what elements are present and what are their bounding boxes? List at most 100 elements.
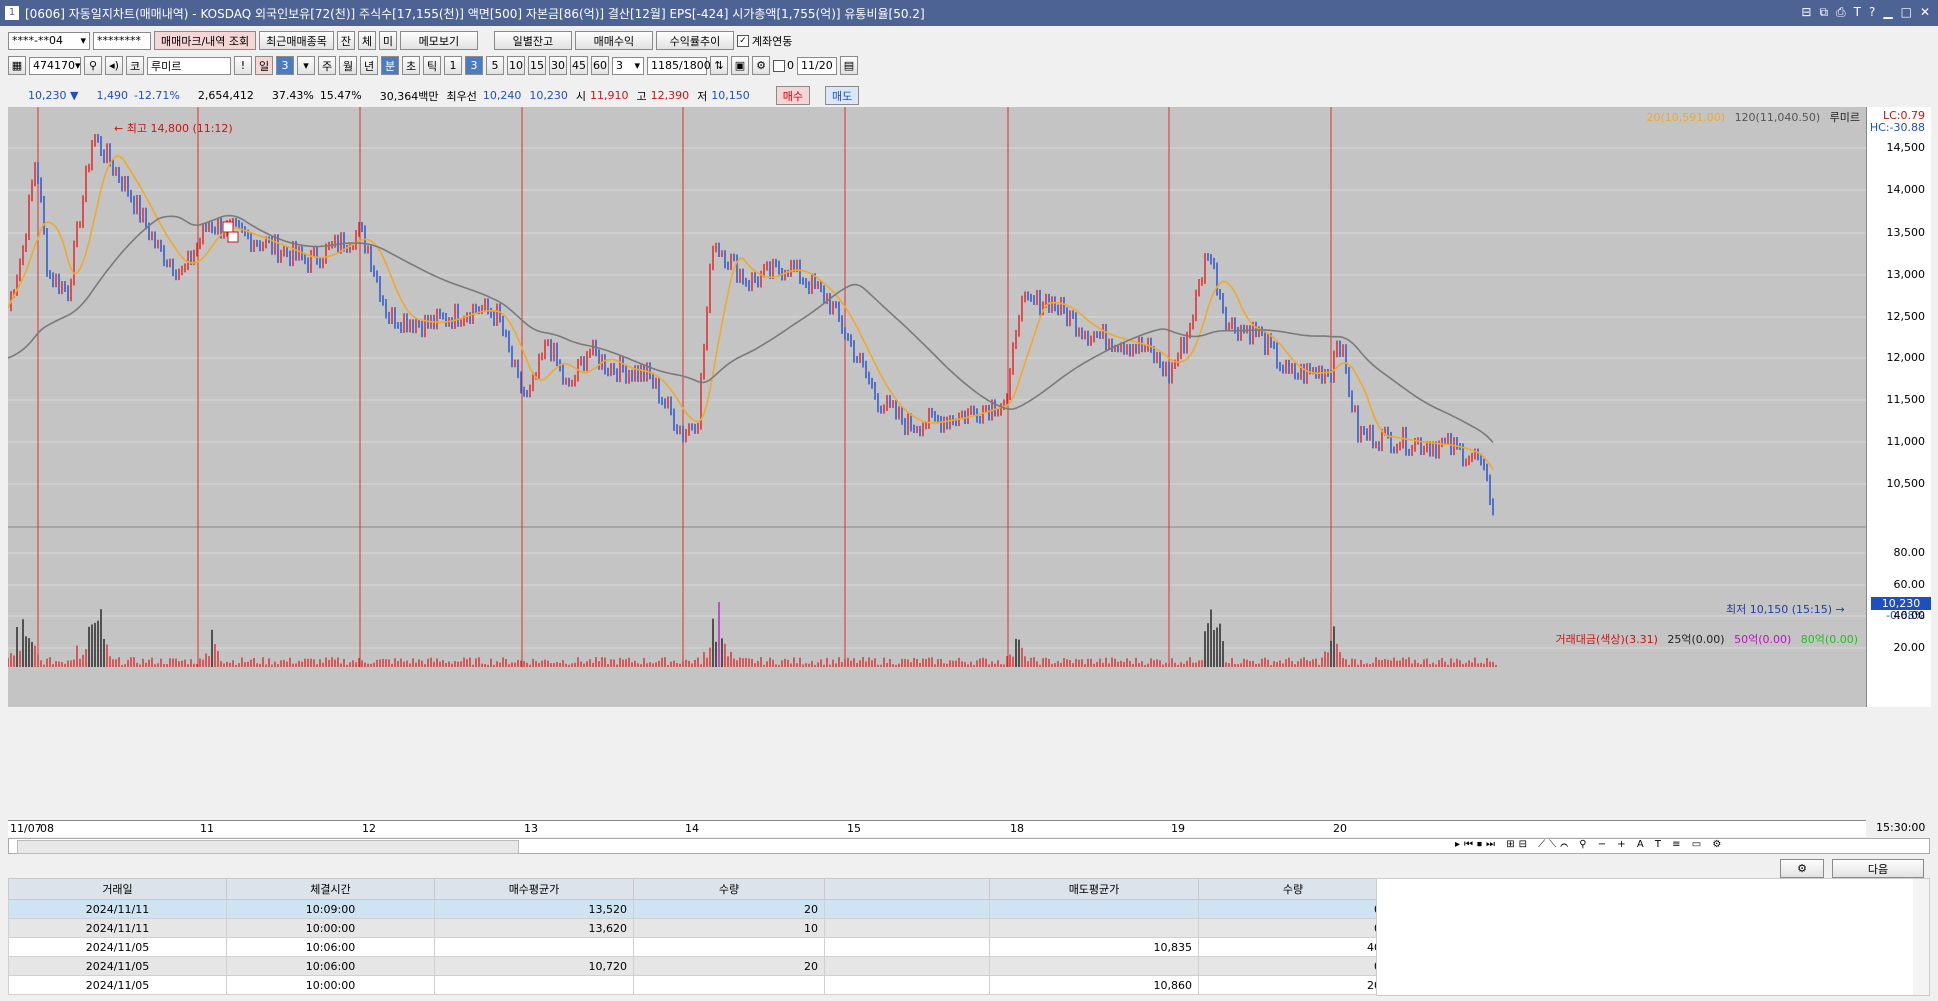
alert-icon[interactable]: ! — [234, 56, 252, 75]
volume-80-legend: 80억(0.00) — [1800, 633, 1858, 646]
stock-code-input[interactable]: 474170 ▾ — [29, 56, 81, 75]
col-sell-qty[interactable]: 수량 — [1198, 878, 1388, 900]
volume-legend-label: 거래대금(색상)(3.31) — [1555, 633, 1658, 646]
table-row[interactable]: 2024/11/1110:00:0013,62010 0 — [8, 918, 1388, 938]
chart-settings-icon[interactable]: ▦ — [8, 56, 26, 75]
table-cell: 2024/11/11 — [8, 918, 227, 938]
account-select[interactable]: ****-**04 ▾ — [8, 31, 90, 50]
price-scale[interactable]: LC:0.79 HC:-30.88 10,230 -0.68% 14,500 14… — [1866, 107, 1931, 707]
save-icon[interactable]: ▣ — [731, 56, 749, 75]
sell-button[interactable]: 매도 — [825, 86, 860, 105]
col-buy-avg[interactable]: 매수평균가 — [434, 878, 634, 900]
calendar-icon[interactable]: ▤ — [840, 56, 858, 75]
chart-area[interactable]: 20(10,591.00) 120(11,040.50) 루미르 ← 최고 14… — [8, 107, 1866, 707]
table-cell — [434, 975, 634, 995]
restore-icon[interactable]: ⧉ — [1819, 5, 1828, 20]
table-row[interactable]: 2024/11/05 10:06:00 10,835 40 — [8, 937, 1388, 957]
period-week-button[interactable]: 주 — [318, 56, 336, 75]
sound-icon[interactable]: ◂) — [105, 56, 123, 75]
period-day-button[interactable]: 일 — [255, 56, 273, 75]
interval-30-button[interactable]: 30 — [549, 56, 567, 75]
interval-1-button[interactable]: 1 — [444, 56, 462, 75]
gear-icon: ⚙ — [1797, 862, 1807, 875]
balance-button[interactable]: 잔 — [336, 31, 355, 50]
period-tick-button[interactable]: 틱 — [423, 56, 441, 75]
interval-3-button[interactable]: 3 — [465, 56, 483, 75]
interval-45-button[interactable]: 45 — [570, 56, 588, 75]
date-tick-label: 11 — [200, 822, 214, 835]
search-icon[interactable]: ⚲ — [84, 56, 102, 75]
interval-10-button[interactable]: 10 — [507, 56, 525, 75]
col-exec-time[interactable]: 체결시간 — [226, 878, 435, 900]
close-icon[interactable]: ✕ — [1920, 5, 1930, 20]
market-button[interactable]: 코 — [126, 56, 144, 75]
table-scrollbar[interactable] — [1913, 879, 1929, 995]
maximize-icon[interactable]: □ — [1901, 5, 1912, 20]
print-icon[interactable]: ⎙ — [1836, 5, 1846, 20]
recent-trades-button[interactable]: 최근매매종목 — [259, 31, 334, 50]
profit-trend-button[interactable]: 수익률추이 — [655, 31, 734, 50]
interval-5-button[interactable]: 5 — [486, 56, 504, 75]
period-count-button[interactable]: 3 — [276, 56, 294, 75]
chart-scrollbar[interactable]: ▸⏮⏹⏭ ⊞⊟ ⟋⟍⌒ ⚲ − + A T ≡ ▭ ⚙ — [8, 838, 1930, 854]
zero-checkbox[interactable]: 0 — [773, 59, 794, 72]
panel-settings-button[interactable]: ⚙ — [1780, 859, 1824, 878]
interval-60-button[interactable]: 60 — [591, 56, 609, 75]
scale-icon[interactable]: ⇅ — [710, 56, 728, 75]
memo-button[interactable]: 메모보기 — [399, 31, 478, 50]
daily-balance-button[interactable]: 일별잔고 — [493, 31, 572, 50]
date-tick-label: 11/07 — [10, 822, 42, 835]
table-cell — [824, 937, 990, 957]
password-field[interactable]: ******** — [93, 31, 151, 50]
table-row[interactable]: 2024/11/1110:09:0013,52020 0 — [8, 899, 1388, 919]
scrollbar-thumb[interactable] — [17, 840, 519, 854]
unexecuted-button[interactable]: 미 — [378, 31, 397, 50]
trade-profit-button[interactable]: 매매수익 — [574, 31, 653, 50]
gear-icon[interactable]: ⚙ — [752, 56, 770, 75]
col-sell-avg[interactable]: 매도평균가 — [989, 878, 1199, 900]
data-count-field[interactable]: 1185/1800 — [647, 56, 711, 75]
price-tick-label: 12,500 — [1886, 310, 1926, 323]
date-tick-label: 19 — [1171, 822, 1185, 835]
col-trade-date[interactable]: 거래일 — [8, 878, 227, 900]
table-row[interactable]: 2024/11/0510:06:0010,72020 0 — [8, 956, 1388, 976]
layout-icon[interactable]: ⊟ — [1801, 5, 1811, 20]
period-minute-button[interactable]: 분 — [381, 56, 399, 75]
help-icon[interactable]: ? — [1869, 5, 1875, 20]
table-cell — [824, 899, 990, 919]
window-controls: ⊟ ⧉ ⎙ T ? ▁ □ ✕ — [1801, 5, 1930, 20]
next-button[interactable]: 다음 — [1832, 859, 1924, 878]
interval-15-button[interactable]: 15 — [528, 56, 546, 75]
table-cell — [989, 899, 1199, 919]
minimize-icon[interactable]: ▁ — [1883, 5, 1892, 20]
col-buy-qty[interactable]: 수량 — [633, 878, 825, 900]
account-link-checkbox[interactable]: ✓ 계좌연동 — [736, 33, 792, 49]
price-tick-label: 13,000 — [1886, 268, 1926, 281]
trade-mark-button[interactable]: 매매마크/내역 조회 — [154, 31, 257, 50]
date-tick-label: 15 — [847, 822, 861, 835]
volume-tick-label: 40.00 — [1893, 609, 1926, 622]
table-row[interactable]: 2024/11/05 10:00:00 10,860 20 — [8, 975, 1388, 995]
table-cell: 20 — [1198, 975, 1388, 995]
price-tick-label: 10,500 — [1886, 477, 1926, 490]
table-cell: 20 — [633, 899, 825, 919]
table-cell: 20 — [633, 956, 825, 976]
volume: 2,654,412 — [197, 89, 254, 102]
best-quote-label: 최우선 — [446, 89, 477, 103]
table-cell: 0 — [1198, 956, 1388, 976]
table-cell: 2024/11/05 — [8, 975, 227, 995]
table-cell: 2024/11/05 — [8, 937, 227, 957]
buy-button[interactable]: 매수 — [775, 86, 810, 105]
executed-button[interactable]: 체 — [357, 31, 376, 50]
interval-select[interactable]: 3 ▾ — [612, 56, 644, 75]
period-second-button[interactable]: 초 — [402, 56, 420, 75]
stock-name-field[interactable]: 루미르 — [147, 56, 231, 75]
period-year-button[interactable]: 년 — [360, 56, 378, 75]
date-field[interactable]: 11/20 — [797, 56, 837, 75]
table-cell: 10:06:00 — [226, 956, 435, 976]
period-dropdown[interactable]: ▾ — [297, 56, 315, 75]
ma20-line — [8, 155, 1494, 471]
font-icon[interactable]: T — [1854, 5, 1861, 20]
period-month-button[interactable]: 월 — [339, 56, 357, 75]
chart-tools[interactable]: ▸⏮⏹⏭ ⊞⊟ ⟋⟍⌒ ⚲ − + A T ≡ ▭ ⚙ — [1455, 839, 1725, 850]
